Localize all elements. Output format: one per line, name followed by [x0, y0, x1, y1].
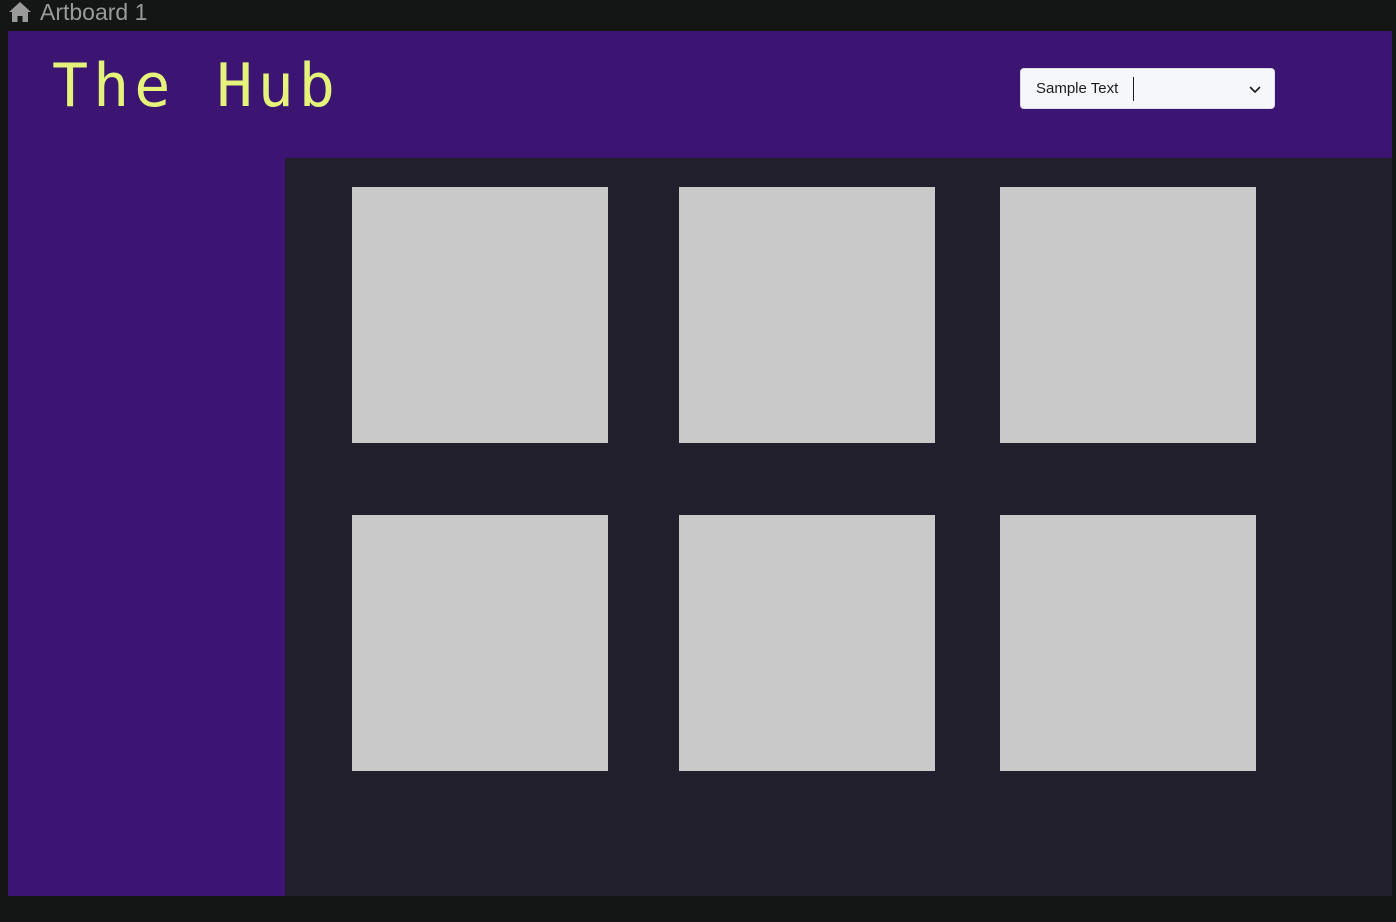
- text-cursor: [1133, 76, 1135, 101]
- grid-tile[interactable]: [1000, 187, 1256, 443]
- grid-tile[interactable]: [679, 187, 935, 443]
- artboard-title-bar: Artboard 1: [8, 0, 147, 24]
- grid-tile[interactable]: [352, 515, 608, 771]
- select-value: Sample Text: [1036, 80, 1119, 97]
- brand-title: The Hub: [52, 51, 340, 121]
- artboard: The Hub Sample Text: [8, 31, 1392, 896]
- content-panel: [285, 158, 1392, 896]
- artboard-title: Artboard 1: [40, 0, 148, 25]
- sample-select[interactable]: Sample Text: [1020, 68, 1275, 109]
- home-icon: [8, 1, 32, 23]
- grid-tile[interactable]: [679, 515, 935, 771]
- grid-tile[interactable]: [1000, 515, 1256, 771]
- grid-tile[interactable]: [352, 187, 608, 443]
- chevron-down-icon: [1248, 83, 1262, 95]
